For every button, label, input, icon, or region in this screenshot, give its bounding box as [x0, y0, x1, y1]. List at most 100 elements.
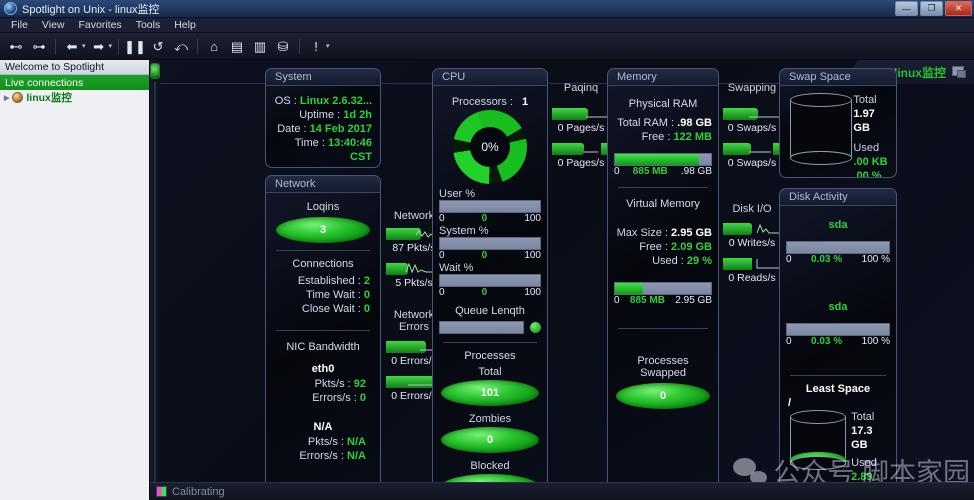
- swapping-gauge-0[interactable]: 0 Swaps/s: [723, 106, 781, 134]
- disk0-value: 0.03 %: [811, 254, 843, 265]
- disk0-max: 100 %: [861, 254, 890, 265]
- swapping-gauge-1[interactable]: 0 Swaps/s: [723, 141, 781, 169]
- panel-cpu[interactable]: CPU Processors : 1 0% User % 0 0 100 Sys…: [432, 68, 548, 488]
- back-icon[interactable]: ⬅: [62, 36, 82, 56]
- splitter-collapse-handle[interactable]: [150, 63, 160, 79]
- cpu-meter-user-label: User %: [439, 188, 476, 200]
- swap-used-pct: .00 %: [853, 170, 882, 178]
- cylinder-top: [790, 410, 846, 424]
- panel-network[interactable]: Network Loqins 3 Connections Established…: [265, 175, 381, 500]
- nic1-pkts-row: Pkts/s : N/A: [272, 435, 366, 449]
- alarm-icon[interactable]: !: [306, 36, 326, 56]
- menu-item-view[interactable]: View: [35, 18, 72, 32]
- sidebar-item-linux-connection[interactable]: ▶ linux监控: [0, 90, 149, 105]
- cpu-meter-wait[interactable]: Wait % 0 0 100: [439, 262, 541, 298]
- alarm-dropdown-icon[interactable]: ▾: [326, 42, 330, 50]
- network-connection-rows: Established : 2 Time Wait : 0 Close Wait…: [272, 274, 374, 316]
- menu-item-help[interactable]: Help: [167, 18, 203, 32]
- cpu-meter-system[interactable]: System % 0 0 100: [439, 225, 541, 261]
- panel-memory[interactable]: Memory Physical RAM Total RAM : .98 GB F…: [607, 68, 719, 488]
- chevron-right-icon[interactable]: ▶: [4, 94, 9, 102]
- pause-icon[interactable]: ❚❚: [124, 36, 146, 56]
- cpu-user-mid: 0: [481, 213, 488, 224]
- meter-track: [439, 200, 541, 213]
- network-closewait-row: Close Wait : 0: [272, 302, 370, 316]
- panel-swap-space-title: Swap Space: [780, 69, 896, 86]
- disk1-name: sda: [828, 301, 848, 313]
- sparkline-icon: [756, 223, 781, 234]
- vm-free-row: Free : 2.09 GB: [614, 240, 712, 254]
- paging-gauge-0[interactable]: 0 Pages/s: [552, 106, 610, 134]
- meter-scale: 0 0 100: [439, 287, 541, 298]
- network-timewait-label: Time Wait :: [306, 289, 361, 301]
- processes-total-gauge[interactable]: 101: [441, 380, 539, 406]
- diskio-gauge-0[interactable]: 0 Writes/s: [723, 221, 781, 249]
- network-established-label: Established :: [297, 275, 361, 287]
- database-icon[interactable]: ⛁: [273, 36, 293, 56]
- connect-icon[interactable]: ⊷: [6, 36, 26, 56]
- memory-swapped-gauge[interactable]: 0: [616, 383, 710, 409]
- memory-virtual-meter[interactable]: [614, 282, 712, 295]
- network-logins-gauge[interactable]: 3: [276, 217, 370, 243]
- memory-swapped-label: Processes Swapped: [637, 355, 689, 379]
- sidebar-splitter[interactable]: [150, 60, 160, 500]
- menu-item-favorites[interactable]: Favorites: [72, 18, 129, 32]
- paging-caption-1: 0 Pages/s: [557, 157, 605, 169]
- diskio-gauge-1[interactable]: 0 Reads/s: [723, 256, 781, 284]
- panel-swap-space-body: Total 1.97 GB Used .00 KB .00 %: [780, 86, 896, 178]
- spotlight-globe-icon: [4, 2, 17, 15]
- cpu-meter-user[interactable]: User % 0 0 100: [439, 188, 541, 224]
- paging-title: Paqinq: [563, 82, 599, 94]
- back-dropdown-icon[interactable]: ▾: [82, 42, 86, 50]
- vm-used-row: Used : 29 %: [614, 254, 712, 268]
- panel-network-body: Loqins 3 Connections Established : 2 Tim…: [266, 193, 380, 467]
- panel-disk-activity[interactable]: Disk Activity sda 0 0.03 % 100 % sda 0 0…: [779, 188, 897, 500]
- home-icon[interactable]: ⌂: [204, 36, 224, 56]
- paging-gauge-1[interactable]: 0 Pages/s: [552, 141, 610, 169]
- toolbar-separator: [118, 38, 120, 54]
- network-closewait-value: 0: [363, 303, 370, 315]
- forward-dropdown-icon[interactable]: ▾: [109, 42, 113, 50]
- minimize-button[interactable]: —: [895, 1, 918, 16]
- cpu-utilization-donut[interactable]: 0%: [453, 110, 527, 184]
- maximize-button[interactable]: ❐: [920, 1, 943, 16]
- system-row-uptime: Uptime : 1d 2h: [272, 108, 372, 122]
- processes-zombies-value: 0: [486, 434, 494, 446]
- system-os-label: OS :: [274, 95, 297, 107]
- menu-item-file[interactable]: File: [4, 18, 35, 32]
- cpu-user-max: 100: [524, 213, 541, 224]
- panel-system[interactable]: System OS : Linux 2.6.32... Uptime : 1d …: [265, 68, 381, 168]
- refresh-icon[interactable]: ↺: [148, 36, 168, 56]
- disk0-meter[interactable]: [786, 241, 890, 254]
- disconnect-icon[interactable]: ⊶: [29, 36, 49, 56]
- memory-virtual-mid: 885 MB: [629, 295, 665, 306]
- panel-swap-space[interactable]: Swap Space Total 1.97 GB Used .00 KB .00…: [779, 68, 897, 178]
- menu-item-tools[interactable]: Tools: [129, 18, 168, 32]
- memory-free-row: Free : 122 MB: [614, 130, 712, 144]
- cpu-meter-system-label: System %: [439, 225, 489, 237]
- cpu-wait-min: 0: [439, 287, 445, 298]
- close-button[interactable]: ✕: [945, 1, 972, 16]
- network-timewait-value: 0: [363, 289, 370, 301]
- diskio-title: Disk I/O: [732, 203, 772, 215]
- sidebar-item-live-connections[interactable]: Live connections: [0, 75, 149, 90]
- processes-zombies-gauge[interactable]: 0: [441, 427, 539, 453]
- cpu-queue-row[interactable]: [439, 321, 541, 334]
- disk1-meter[interactable]: [786, 323, 890, 336]
- disk1-min: 0: [786, 336, 792, 347]
- memory-physical-meter[interactable]: [614, 153, 712, 166]
- chart-icon[interactable]: ▥: [250, 36, 270, 56]
- paging-caption-0: 0 Pages/s: [557, 122, 605, 134]
- forward-icon[interactable]: ➡: [89, 36, 109, 56]
- vm-free-label: Free :: [639, 241, 668, 253]
- grid-icon[interactable]: ▤: [227, 36, 247, 56]
- vm-maxsize-label: Max Size :: [616, 227, 668, 239]
- nic0-errors-row: Errors/s : 0: [272, 391, 366, 405]
- diskio-caption-0: 0 Writes/s: [728, 237, 776, 249]
- disk1-max: 100 %: [861, 336, 890, 347]
- memory-virtual-rows: Max Size : 2.95 GB Free : 2.09 GB Used :…: [614, 226, 712, 268]
- replay-icon[interactable]: ⤺: [171, 36, 191, 56]
- sidebar-item-welcome[interactable]: Welcome to Spotlight: [0, 60, 149, 75]
- cpu-processors-row: Processors : 1: [439, 96, 541, 108]
- memory-total-row: Total RAM : .98 GB: [614, 116, 712, 130]
